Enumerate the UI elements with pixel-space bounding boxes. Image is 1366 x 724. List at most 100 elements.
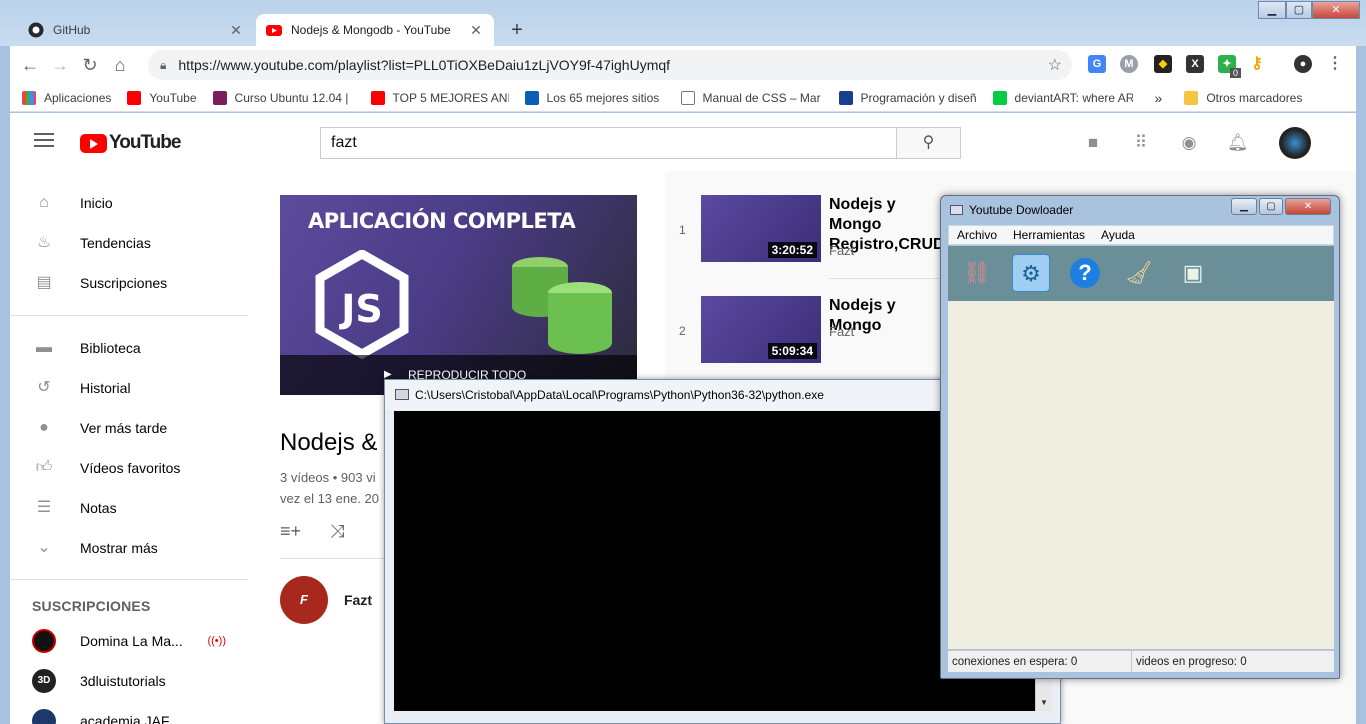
key-icon[interactable]: ⚷: [1248, 55, 1266, 73]
video-channel[interactable]: Fazt: [829, 324, 854, 339]
youtube-header: YouTube fazt ⚲ ■ ⠿ ◉ 🔔︎: [10, 113, 1356, 171]
sidebar-item-tendencias[interactable]: ♨ Tendencias: [10, 223, 248, 263]
deviantart-icon: [992, 90, 1007, 105]
clean-icon[interactable]: 🧹︎: [1120, 254, 1158, 292]
search-button[interactable]: ⚲: [896, 127, 961, 159]
close-window-button[interactable]: ✕: [1312, 1, 1360, 19]
add-link-icon[interactable]: ⛓: [958, 254, 996, 292]
youtube-icon: [370, 90, 385, 105]
playlist-owner[interactable]: F Fazt: [280, 576, 372, 624]
sidebar-item-videos-favoritos[interactable]: 👍︎ Vídeos favoritos: [10, 448, 248, 488]
maximize-button[interactable]: ▢: [1286, 1, 1312, 19]
sidebar-item-mostrar-mas[interactable]: ⌄ Mostrar más: [10, 528, 248, 568]
clock-icon: ●: [39, 419, 49, 436]
database-icon: [512, 257, 612, 354]
video-thumbnail[interactable]: 5:09:34: [701, 296, 821, 363]
minimize-button[interactable]: ▁: [1258, 1, 1286, 19]
menu-kebab-icon[interactable]: ⋮: [1326, 55, 1344, 73]
nodejs-logo-icon: JS: [315, 250, 409, 360]
bookmarks-overflow[interactable]: »: [1155, 90, 1163, 106]
sidebar-item-ver-mas-tarde[interactable]: ● Ver más tarde: [10, 408, 248, 448]
address-bar[interactable]: 🔒︎ https://www.youtube.com/playlist?list…: [148, 50, 1072, 80]
messages-icon[interactable]: ◉: [1179, 133, 1199, 153]
playlist-title: Nodejs &: [280, 429, 378, 456]
thumbs-up-icon: 👍︎: [35, 459, 53, 476]
bookmark-ubuntu[interactable]: Curso Ubuntu 12.04 |: [212, 90, 355, 105]
bookmark-css[interactable]: Manual de CSS – Mar: [680, 90, 823, 105]
sidebar-item-suscripciones[interactable]: ▤ Suscripciones: [10, 263, 248, 303]
desktop-frame: GitHub ✕ Nodejs & Mongodb - YouTube ✕ + …: [0, 0, 1366, 724]
window-icon: [950, 205, 963, 215]
sidebar-item-historial[interactable]: ↺ Historial: [10, 368, 248, 408]
hamburger-menu-icon[interactable]: [34, 133, 54, 147]
extension-shield-icon[interactable]: ◆: [1154, 55, 1172, 73]
menu-ayuda[interactable]: Ayuda: [1101, 228, 1135, 242]
bookmark-65-sitios[interactable]: Los 65 mejores sitios: [524, 90, 665, 105]
duration-badge: 5:09:34: [767, 343, 817, 359]
maximize-button[interactable]: ▢: [1259, 198, 1283, 215]
fire-icon: ♨: [36, 234, 52, 251]
subscription-item[interactable]: academia JAF: [10, 701, 248, 724]
home-icon[interactable]: ⌂: [105, 50, 135, 80]
youtube-logo[interactable]: YouTube: [80, 132, 181, 154]
youtube-icon: [127, 90, 142, 105]
video-thumbnail[interactable]: 3:20:52: [701, 195, 821, 262]
back-icon[interactable]: ←: [15, 50, 45, 80]
bookmark-apps[interactable]: Aplicaciones: [22, 90, 111, 105]
lock-icon: 🔒︎: [160, 57, 167, 72]
download-server-icon[interactable]: ▣: [1174, 254, 1212, 292]
tab-youtube[interactable]: Nodejs & Mongodb - YouTube ✕: [256, 14, 494, 46]
playlist-thumbnail[interactable]: APLICACIÓN COMPLETA JS ▶ REPRODUCIR TODO: [280, 195, 637, 395]
tab-github[interactable]: GitHub ✕: [18, 14, 254, 46]
shuffle-icon[interactable]: ⤨: [330, 521, 344, 542]
extension-x-icon[interactable]: X: [1186, 55, 1204, 73]
search-input[interactable]: fazt: [320, 127, 897, 159]
owner-avatar: F: [280, 576, 328, 624]
settings-icon[interactable]: ⚙: [1012, 254, 1050, 292]
subscriptions-heading: SUSCRIPCIONES: [32, 598, 151, 614]
add-to-queue-icon[interactable]: ≡+: [280, 521, 301, 542]
scroll-down-icon[interactable]: ▼: [1040, 698, 1048, 707]
avatar[interactable]: [1279, 127, 1311, 159]
close-icon[interactable]: ✕: [228, 22, 244, 39]
profile-icon[interactable]: ●: [1294, 55, 1312, 73]
apps-icon[interactable]: ⠿: [1131, 133, 1151, 153]
create-video-icon[interactable]: ■: [1083, 133, 1103, 153]
sidebar-item-inicio[interactable]: ⌂ Inicio: [10, 183, 248, 223]
bookmark-programacion[interactable]: Programación y diseñ: [838, 90, 977, 105]
notifications-bell-icon[interactable]: 🔔︎: [1227, 133, 1249, 153]
help-icon[interactable]: ?: [1066, 254, 1104, 292]
folder-icon: ▬: [36, 339, 52, 356]
svg-text:JS: JS: [338, 287, 383, 331]
other-bookmarks[interactable]: Otros marcadores: [1184, 90, 1302, 105]
bookmark-top5[interactable]: TOP 5 MEJORES ANI: [370, 90, 509, 105]
extension-m-icon[interactable]: M: [1120, 55, 1138, 73]
tab-label: Nodejs & Mongodb - YouTube: [291, 23, 451, 37]
menu-archivo[interactable]: Archivo: [957, 228, 997, 242]
translate-icon[interactable]: G: [1088, 55, 1106, 73]
bookmark-youtube[interactable]: YouTube: [127, 90, 197, 105]
console-icon: [395, 389, 409, 400]
folder-icon: [1184, 90, 1199, 105]
star-icon[interactable]: ☆: [1048, 55, 1062, 75]
close-icon[interactable]: ✕: [468, 22, 484, 39]
youtube-downloader-window[interactable]: Youtube Dowloader ▁ ▢ ✕ Archivo Herramie…: [940, 195, 1340, 679]
reload-icon[interactable]: ↻: [75, 50, 105, 80]
new-tab-button[interactable]: +: [505, 19, 529, 43]
sidebar-item-notas[interactable]: ☰ Notas: [10, 488, 248, 528]
close-window-button[interactable]: ✕: [1285, 198, 1331, 215]
sidebar-item-biblioteca[interactable]: ▬ Biblioteca: [10, 328, 248, 368]
console-title: C:\Users\Cristobal\AppData\Local\Program…: [415, 388, 824, 402]
subscription-item[interactable]: Domina La Ma... ((•)): [10, 621, 248, 661]
video-channel[interactable]: Fazt: [829, 243, 854, 258]
tab-label: GitHub: [53, 23, 91, 37]
subscriptions-icon: ▤: [36, 274, 52, 291]
menu-herramientas[interactable]: Herramientas: [1013, 228, 1085, 242]
forward-icon[interactable]: →: [45, 50, 75, 80]
console-output[interactable]: [394, 411, 1035, 711]
bookmark-deviantart[interactable]: deviantART: where AR: [992, 90, 1133, 105]
minimize-button[interactable]: ▁: [1231, 198, 1257, 215]
chevron-down-icon: ⌄: [37, 539, 51, 556]
subscription-item[interactable]: 3D 3dluistutorials: [10, 661, 248, 701]
pw-icon: [838, 90, 853, 105]
